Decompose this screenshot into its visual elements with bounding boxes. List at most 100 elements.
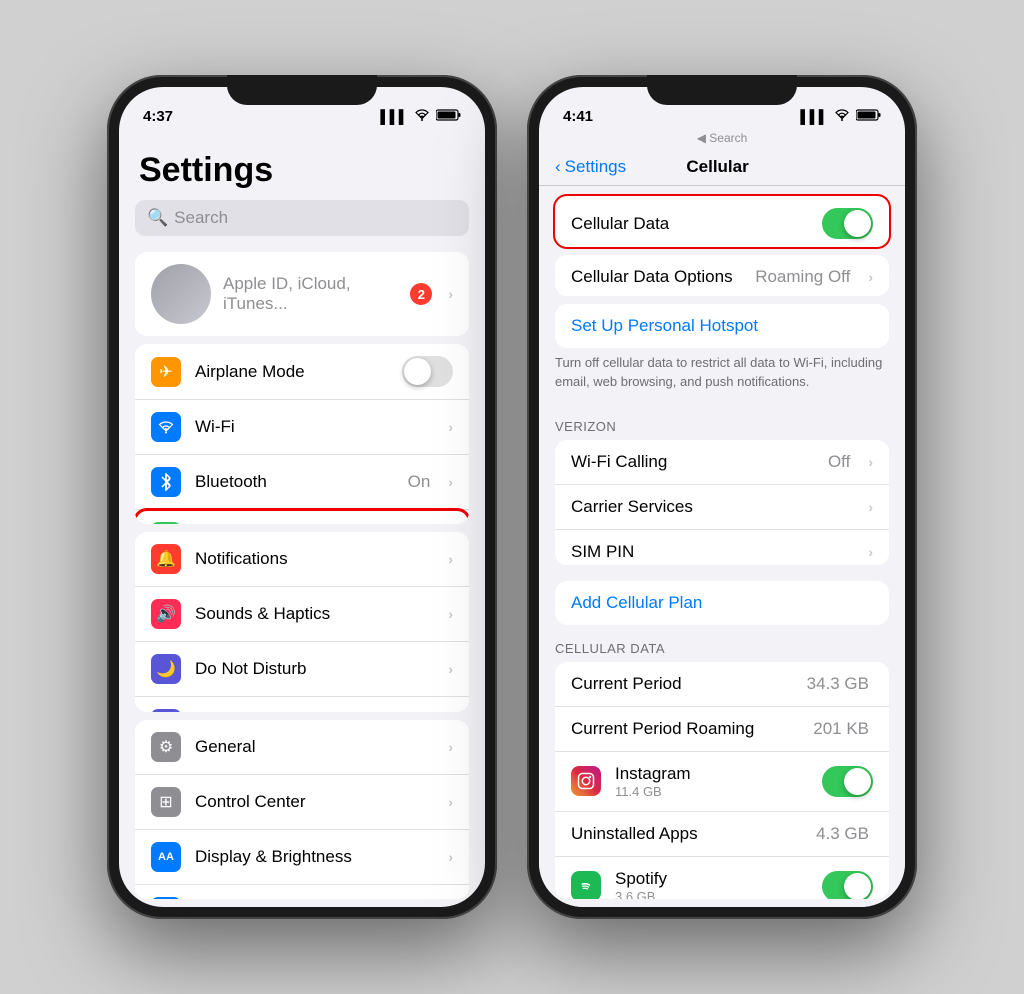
bluetooth-chevron: ›: [448, 474, 453, 490]
bluetooth-row[interactable]: Bluetooth On ›: [135, 455, 469, 510]
current-period-roaming-label: Current Period Roaming: [571, 719, 799, 739]
cellular-content: Cellular Data Cellular Data Options Roam…: [539, 186, 905, 907]
cellular-data-options-label: Cellular Data Options: [571, 267, 741, 287]
sim-pin-row[interactable]: SIM PIN ›: [555, 530, 889, 565]
sim-pin-chevron: ›: [868, 544, 873, 560]
accessibility-row[interactable]: ♿ Accessibility ›: [135, 885, 469, 899]
apple-id-chevron: ›: [448, 286, 453, 302]
cellular-data-group: Cellular Data: [555, 196, 889, 247]
notch-2: [647, 75, 797, 105]
cellular-data-options-row[interactable]: Cellular Data Options Roaming Off ›: [555, 255, 889, 296]
screen-time-icon: ⏱: [151, 709, 181, 711]
spotify-icon: [571, 871, 601, 899]
instagram-row[interactable]: Instagram 11.4 GB: [555, 752, 889, 812]
bluetooth-icon: [151, 467, 181, 497]
wifi-calling-row[interactable]: Wi-Fi Calling Off ›: [555, 440, 889, 485]
search-subtext: ◀ Search: [539, 131, 905, 149]
connectivity-group: ✈ Airplane Mode Wi-Fi: [135, 344, 469, 524]
add-plan-label: Add Cellular Plan: [571, 593, 702, 612]
wifi-chevron: ›: [448, 419, 453, 435]
hotspot-label: Set Up Personal Hotspot: [571, 316, 758, 335]
battery-icon: [436, 109, 461, 124]
battery-icon-2: [856, 109, 881, 124]
wifi-label: Wi-Fi: [195, 417, 416, 437]
notifications-label: Notifications: [195, 549, 434, 569]
instagram-icon: [571, 766, 601, 796]
bluetooth-value: On: [408, 472, 431, 492]
control-center-chevron: ›: [448, 794, 453, 810]
back-label: Settings: [565, 157, 626, 177]
carrier-services-label: Carrier Services: [571, 497, 854, 517]
display-row[interactable]: AA Display & Brightness ›: [135, 830, 469, 885]
dnd-chevron: ›: [448, 661, 453, 677]
hotspot-row[interactable]: Set Up Personal Hotspot: [555, 304, 889, 348]
signal-icon: ▌▌▌: [380, 109, 408, 124]
cellular-data-list: Current Period 34.3 GB Current Period Ro…: [555, 662, 889, 899]
wifi-calling-value: Off: [828, 452, 850, 472]
search-bar[interactable]: 🔍 Search: [135, 200, 469, 236]
airplane-icon: ✈: [151, 357, 181, 387]
display-chevron: ›: [448, 849, 453, 865]
cellular-footer: Turn off cellular data to restrict all d…: [539, 348, 905, 402]
airplane-mode-row[interactable]: ✈ Airplane Mode: [135, 344, 469, 400]
current-period-value: 34.3 GB: [807, 674, 869, 694]
cellular-data-toggle[interactable]: [822, 208, 873, 239]
sounds-chevron: ›: [448, 606, 453, 622]
dnd-row[interactable]: 🌙 Do Not Disturb ›: [135, 642, 469, 697]
current-period-label: Current Period: [571, 674, 793, 694]
sounds-icon: 🔊: [151, 599, 181, 629]
status-time-1: 4:37: [143, 108, 173, 125]
spotify-name: Spotify: [615, 869, 808, 889]
status-time-2: 4:41: [563, 108, 593, 125]
general-row[interactable]: ⚙ General ›: [135, 720, 469, 775]
wifi-row[interactable]: Wi-Fi ›: [135, 400, 469, 455]
instagram-toggle[interactable]: [822, 766, 873, 797]
carrier-services-row[interactable]: Carrier Services ›: [555, 485, 889, 530]
airplane-toggle[interactable]: [402, 356, 453, 387]
sounds-label: Sounds & Haptics: [195, 604, 434, 624]
settings-title: Settings: [119, 131, 485, 200]
apple-id-badge: 2: [410, 283, 432, 305]
wifi-icon-2: [834, 109, 850, 124]
add-plan-row[interactable]: Add Cellular Plan: [555, 581, 889, 625]
bluetooth-label: Bluetooth: [195, 472, 394, 492]
wifi-settings-icon: [151, 412, 181, 442]
cellular-data-header: CELLULAR DATA: [539, 625, 905, 662]
current-period-row: Current Period 34.3 GB: [555, 662, 889, 707]
back-button[interactable]: ‹ Settings: [555, 157, 626, 177]
control-center-row[interactable]: ⊞ Control Center ›: [135, 775, 469, 830]
search-placeholder: Search: [174, 208, 228, 228]
wifi-calling-label: Wi-Fi Calling: [571, 452, 814, 472]
back-chevron-icon: ‹: [555, 157, 561, 177]
instagram-info: Instagram 11.4 GB: [615, 764, 808, 799]
general-group: ⚙ General › ⊞ Control Center › AA Displa…: [135, 720, 469, 899]
display-label: Display & Brightness: [195, 847, 434, 867]
page-title: Cellular: [626, 157, 809, 177]
wifi-calling-chevron: ›: [868, 454, 873, 470]
general-icon: ⚙: [151, 732, 181, 762]
sounds-row[interactable]: 🔊 Sounds & Haptics ›: [135, 587, 469, 642]
spotify-toggle[interactable]: [822, 871, 873, 899]
cellular-row[interactable]: Cellular ›: [135, 510, 469, 524]
spotify-row[interactable]: Spotify 3.6 GB: [555, 857, 889, 899]
cellular-options-group: Cellular Data Options Roaming Off ›: [555, 255, 889, 296]
screen-content-1: Settings 🔍 Search Apple ID, iCloud, iTun…: [119, 131, 485, 907]
apple-id-row[interactable]: Apple ID, iCloud, iTunes... 2 ›: [135, 252, 469, 336]
cellular-data-row[interactable]: Cellular Data: [555, 196, 889, 247]
search-icon: 🔍: [147, 208, 168, 228]
uninstalled-apps-row: Uninstalled Apps 4.3 GB: [555, 812, 889, 857]
status-icons-2: ▌▌▌: [800, 109, 881, 124]
screen-time-row[interactable]: ⏱ Screen Time ›: [135, 697, 469, 711]
instagram-size: 11.4 GB: [615, 784, 808, 799]
instagram-name: Instagram: [615, 764, 808, 784]
signal-icon-2: ▌▌▌: [800, 109, 828, 124]
uninstalled-apps-value: 4.3 GB: [816, 824, 869, 844]
airplane-label: Airplane Mode: [195, 362, 388, 382]
phone-2-screen: 4:41 ▌▌▌: [539, 87, 905, 907]
notifications-chevron: ›: [448, 551, 453, 567]
cellular-data-options-chevron: ›: [868, 269, 873, 285]
status-icons-1: ▌▌▌: [380, 109, 461, 124]
notifications-row[interactable]: 🔔 Notifications ›: [135, 532, 469, 587]
display-icon: AA: [151, 842, 181, 872]
verizon-group: Wi-Fi Calling Off › Carrier Services › S…: [555, 440, 889, 565]
